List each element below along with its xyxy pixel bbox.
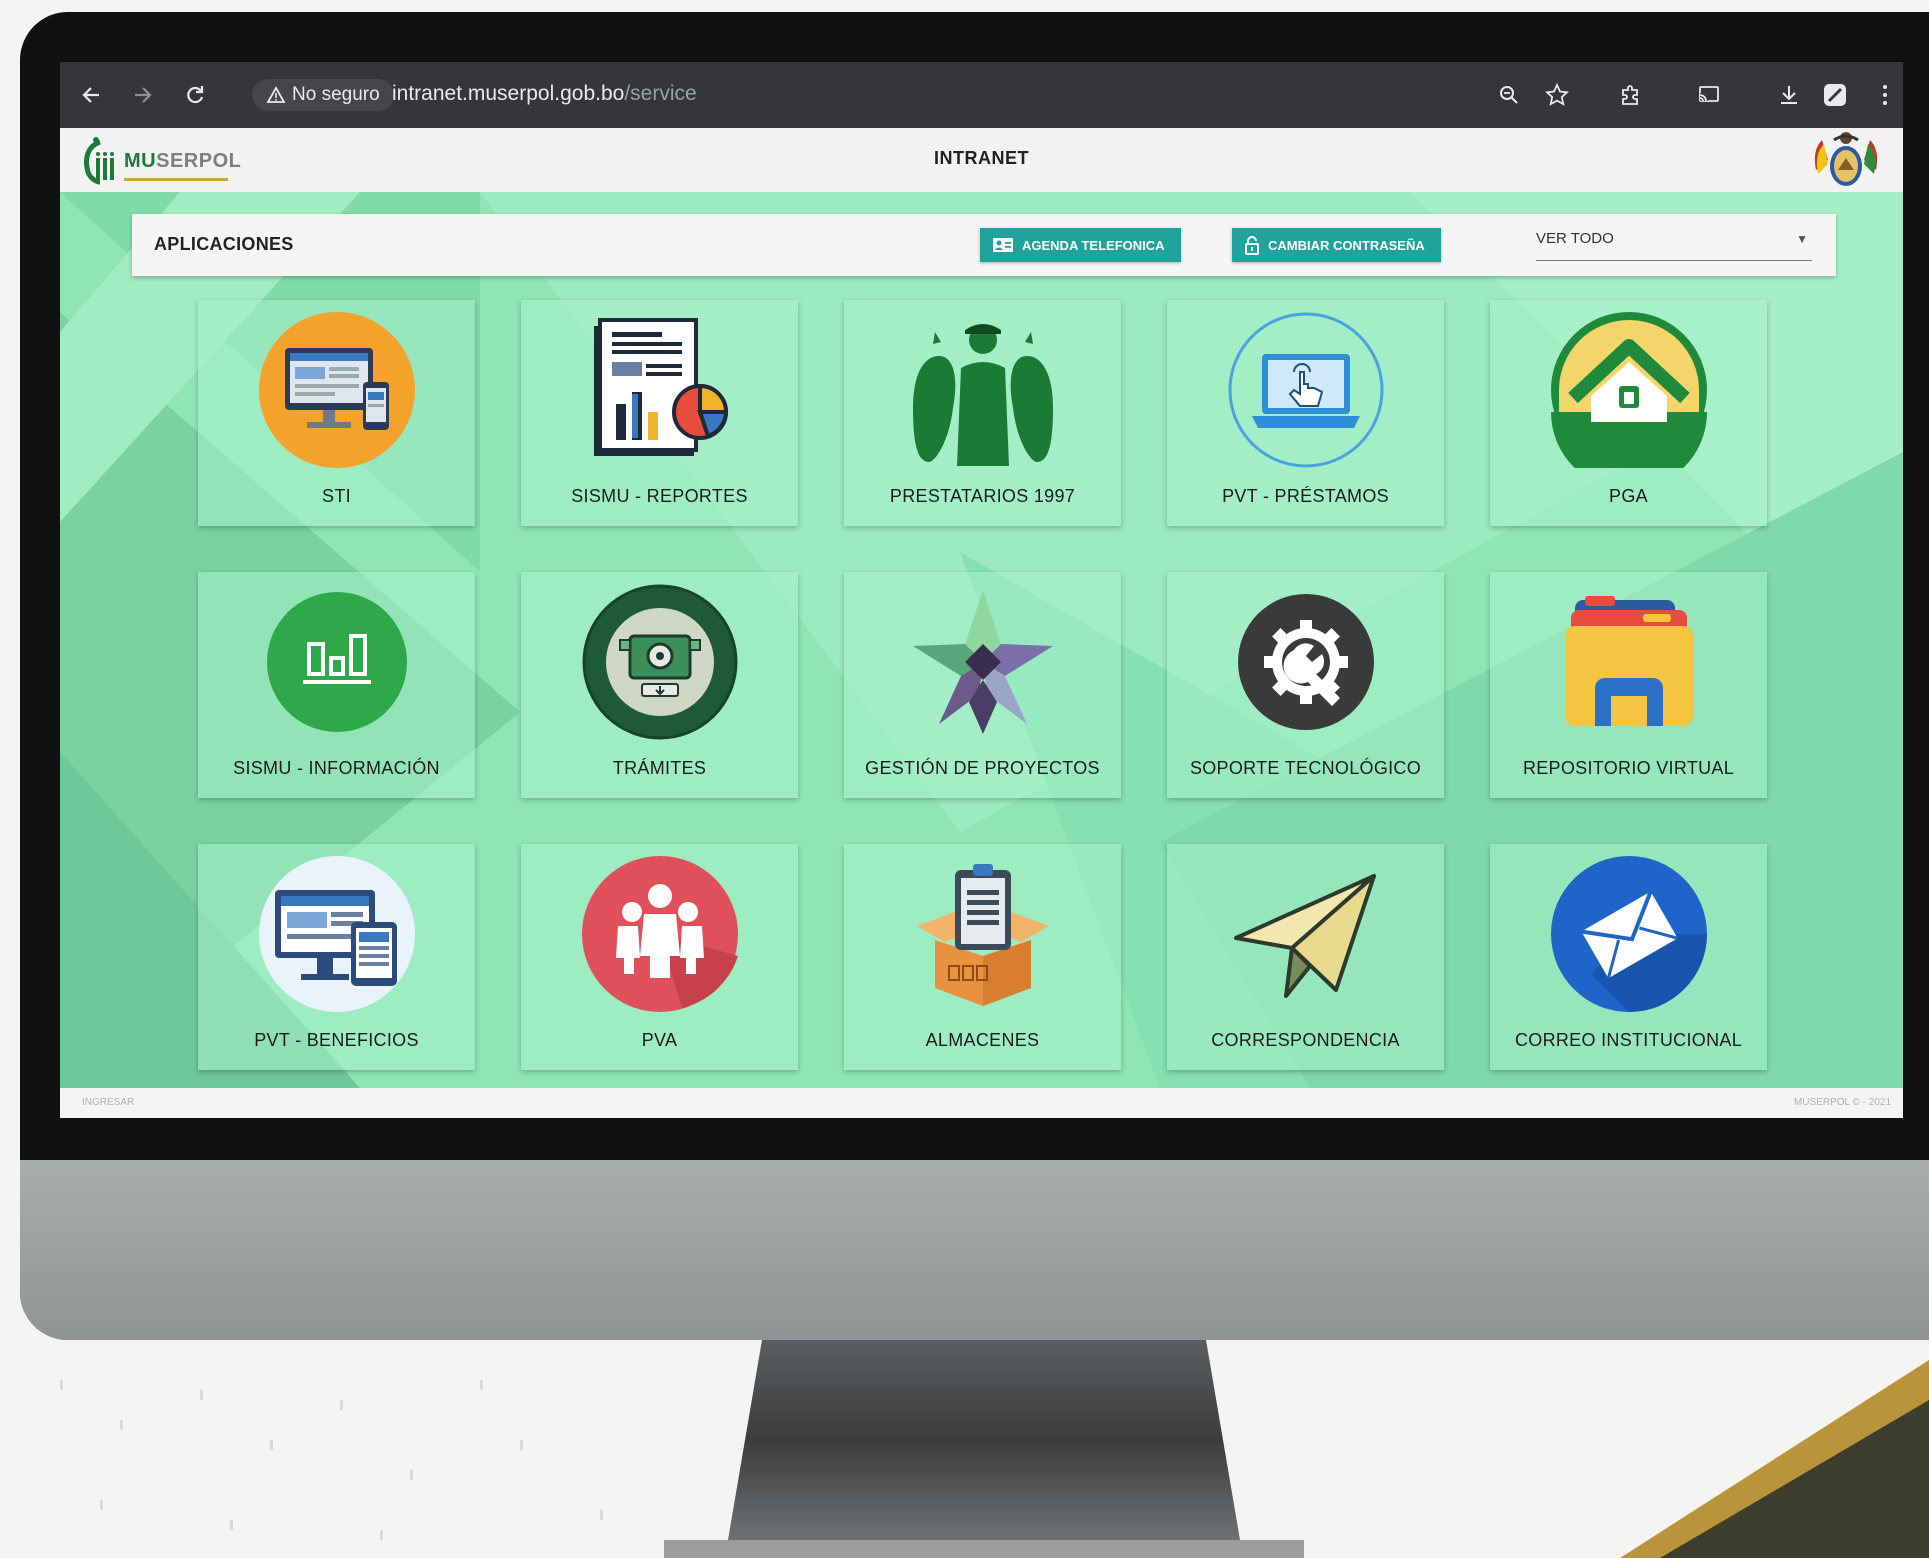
app-card-correo-institucional[interactable]: CORREO INSTITUCIONAL [1490, 844, 1767, 1070]
profile-button[interactable] [1818, 78, 1852, 112]
bar-chart-icon [267, 592, 407, 732]
app-label: SISMU - INFORMACIÓN [233, 758, 440, 778]
app-label: PVA [641, 1030, 678, 1050]
app-label: SISMU - REPORTES [571, 486, 748, 506]
url-host: intranet.muserpol.gob.bo [392, 82, 625, 105]
cast-icon [1699, 86, 1719, 102]
bookmark-button[interactable] [1540, 78, 1574, 112]
app-label: PVT - BENEFICIOS [254, 1030, 419, 1050]
url-path: /service [624, 82, 697, 105]
forward-button[interactable] [126, 78, 160, 112]
warning-icon [266, 86, 286, 103]
reload-icon [187, 86, 204, 104]
footer-copyright: MUSERPOL © - 2021 [1793, 1097, 1891, 1108]
app-card-pga[interactable]: PGA [1490, 300, 1767, 526]
sti-icon [259, 312, 415, 468]
app-label: REPOSITORIO VIRTUAL [1522, 758, 1735, 778]
app-header: MUSERPOL INTRANET [60, 128, 1903, 192]
app-label: ALMACENES [925, 1030, 1040, 1050]
filter-select[interactable]: VER TODO ▼ [1536, 226, 1812, 261]
app-label: SOPORTE TECNOLÓGICO [1189, 758, 1422, 778]
devices-icon [259, 856, 415, 1012]
browser-toolbar: No seguro intranet.muserpol.gob.bo/servi… [60, 62, 1903, 128]
app-card-pvt-beneficios[interactable]: PVT - BENEFICIOS [198, 844, 475, 1070]
arrow-right-icon [135, 87, 152, 103]
security-label: No seguro [292, 84, 380, 105]
reports-icon [594, 318, 729, 456]
downloads-button[interactable] [1772, 78, 1806, 112]
app-footer: INGRESAR MUSERPOL © - 2021 [60, 1088, 1903, 1118]
envelope-icon [1551, 856, 1707, 1012]
project-star-icon [913, 590, 1053, 734]
cambiar-contrasena-label: CAMBIAR CONTRASEÑA [1268, 237, 1425, 253]
gear-wrench-icon [1238, 594, 1374, 730]
app-card-repositorio-virtual[interactable]: REPOSITORIO VIRTUAL [1490, 572, 1767, 798]
cambiar-contrasena-button[interactable]: CAMBIAR CONTRASEÑA [1232, 228, 1441, 262]
people-icon [582, 856, 738, 1012]
cast-button[interactable] [1692, 78, 1726, 112]
app-label: CORRESPONDENCIA [1211, 1030, 1400, 1050]
main-content: APLICACIONES AGENDA TELEFONICA CAMBIAR C… [60, 192, 1903, 1088]
monitor-screen: No seguro intranet.muserpol.gob.bo/servi… [60, 62, 1903, 1118]
url-text[interactable]: intranet.muserpol.gob.bo/service [392, 82, 697, 106]
page-title: INTRANET [934, 148, 1029, 168]
chevron-down-icon: ▼ [1796, 232, 1808, 246]
profile-icon [1824, 84, 1846, 106]
address-bar[interactable]: No seguro intranet.muserpol.gob.bo/servi… [242, 73, 1622, 117]
agenda-telefonica-button[interactable]: AGENDA TELEFONICA [980, 228, 1181, 262]
kebab-menu-icon [1883, 85, 1887, 105]
laptop-touch-icon [1228, 312, 1384, 468]
procedures-seal-icon [582, 584, 738, 740]
menu-button[interactable] [1868, 78, 1902, 112]
arrow-left-icon [82, 87, 99, 103]
warehouse-box-icon [917, 864, 1049, 1006]
lock-icon [1244, 235, 1260, 255]
back-button[interactable] [74, 78, 108, 112]
reload-button[interactable] [178, 78, 212, 112]
app-card-prestatarios-1997[interactable]: PRESTATARIOS 1997 [844, 300, 1121, 526]
filter-select-value: VER TODO [1536, 230, 1614, 247]
puzzle-icon [1622, 85, 1638, 105]
borrowers-icon [913, 324, 1053, 466]
app-card-soporte-tecnologico[interactable]: SOPORTE TECNOLÓGICO [1167, 572, 1444, 798]
app-label: STI [322, 486, 351, 506]
app-card-almacenes[interactable]: ALMACENES [844, 844, 1121, 1070]
zoom-icon [1500, 86, 1518, 104]
app-label: PGA [1609, 486, 1648, 506]
app-card-sismu-informacion[interactable]: SISMU - INFORMACIÓN [198, 572, 475, 798]
zoom-button[interactable] [1492, 78, 1526, 112]
app-label: GESTIÓN DE PROYECTOS [865, 758, 1100, 778]
app-card-sismu-reportes[interactable]: SISMU - REPORTES [521, 300, 798, 526]
app-card-correspondencia[interactable]: CORRESPONDENCIA [1167, 844, 1444, 1070]
app-card-pvt-prestamos[interactable]: PVT - PRÉSTAMOS [1167, 300, 1444, 526]
app-card-tramites[interactable]: TRÁMITES [521, 572, 798, 798]
app-card-sti[interactable]: STI [198, 300, 475, 526]
toolbar-title: APLICACIONES [154, 234, 294, 254]
extensions-button[interactable] [1614, 78, 1648, 112]
app-card-pva[interactable]: PVA [521, 844, 798, 1070]
applications-toolbar: APLICACIONES AGENDA TELEFONICA CAMBIAR C… [132, 214, 1836, 276]
contact-card-icon [992, 237, 1014, 253]
star-icon [1545, 83, 1569, 106]
download-icon [1781, 86, 1797, 104]
app-label: TRÁMITES [612, 758, 707, 778]
app-label: CORREO INSTITUCIONAL [1514, 1030, 1743, 1050]
monitor-chin [20, 1160, 1929, 1340]
logo-underline [124, 178, 228, 181]
app-label: PVT - PRÉSTAMOS [1222, 486, 1389, 506]
footer-login-link[interactable]: INGRESAR [82, 1097, 134, 1108]
app-label: PRESTATARIOS 1997 [889, 486, 1076, 506]
app-card-gestion-de-proyectos[interactable]: GESTIÓN DE PROYECTOS [844, 572, 1121, 798]
house-icon [1551, 312, 1707, 468]
bolivia-coat-of-arms-icon [1814, 132, 1878, 186]
security-indicator[interactable]: No seguro [252, 79, 394, 111]
folder-icon [1565, 596, 1693, 726]
paper-plane-icon [1234, 874, 1376, 998]
agenda-telefonica-label: AGENDA TELEFONICA [1022, 237, 1165, 253]
